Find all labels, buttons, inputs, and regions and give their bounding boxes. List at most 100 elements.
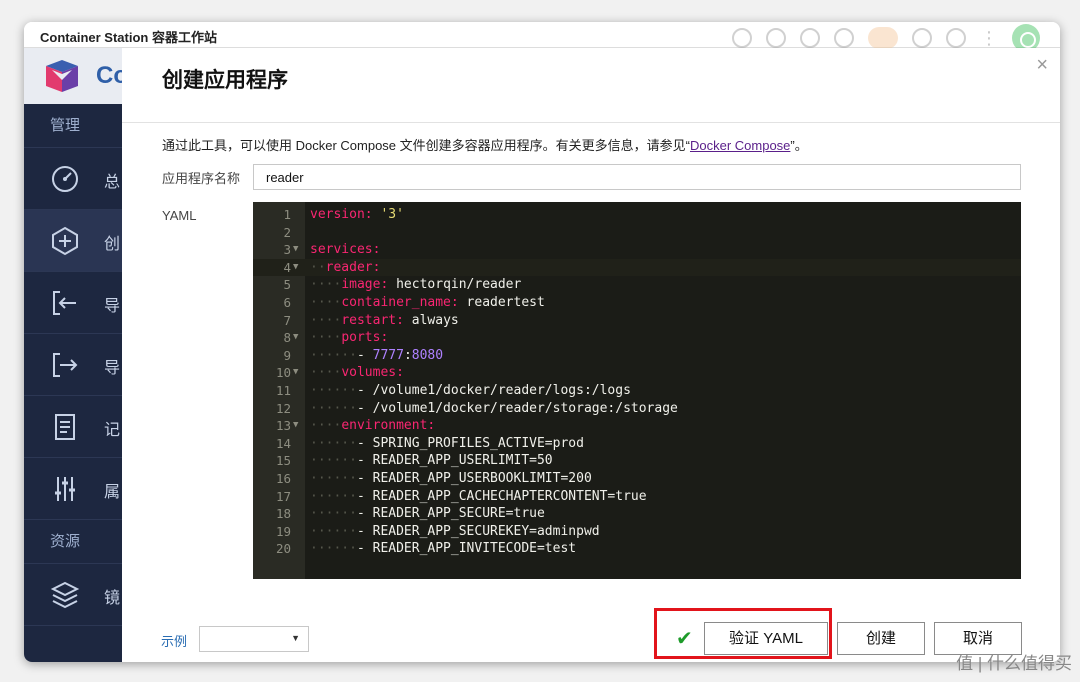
yaml-label: YAML <box>162 208 197 223</box>
code-text: ····image: hectorqin/reader <box>310 277 522 293</box>
code-line[interactable]: 16 ······- READER_APP_USERBOOKLIMIT=200 <box>253 470 1021 488</box>
dialog-description: 通过此工具，可以使用 Docker Compose 文件创建多容器应用程序。有关… <box>162 135 808 154</box>
create-application-dialog: 创建应用程序 × 通过此工具，可以使用 Docker Compose 文件创建多… <box>122 48 1060 662</box>
code-line[interactable]: 3 ▼ services: <box>253 241 1021 259</box>
log-icon <box>55 414 75 440</box>
code-line[interactable]: 9 ······- 7777:8080 <box>253 347 1021 365</box>
code-line[interactable]: 8 ▼ ····ports: <box>253 329 1021 347</box>
filter-icon[interactable] <box>800 28 820 48</box>
line-number: 13 <box>275 418 291 434</box>
code-text: services: <box>310 242 381 258</box>
code-line[interactable]: 14 ······- SPRING_PROFILES_ACTIVE=prod <box>253 435 1021 453</box>
line-number: 7 <box>283 312 291 328</box>
sidebar-item-label: 属 <box>104 484 121 501</box>
line-number: 1 <box>283 207 291 222</box>
fold-arrow-icon[interactable]: ▼ <box>293 417 298 435</box>
sidebar: Co 管理 总 创 导 导 记 属 资源 镜 <box>24 48 128 662</box>
sidebar-item-label: 导 <box>104 360 121 377</box>
line-number: 19 <box>275 523 291 539</box>
app-name-label: 应用程序名称 <box>162 171 241 186</box>
divider <box>122 122 1060 123</box>
title-bar: Container Station 容器工作站 ⋮ <box>24 22 1060 52</box>
close-icon[interactable]: × <box>1036 54 1048 77</box>
code-text: ····environment: <box>310 418 436 434</box>
window-title: Container Station 容器工作站 <box>40 30 217 45</box>
code-line[interactable]: 15 ······- READER_APP_USERLIMIT=50 <box>253 452 1021 470</box>
code-text: ······- READER_APP_INVITECODE=test <box>310 541 577 557</box>
code-line[interactable]: 12 ······- /volume1/docker/reader/storage… <box>253 400 1021 418</box>
code-line[interactable]: 19 ······- READER_APP_SECUREKEY=adminpwd <box>253 523 1021 541</box>
code-text: ······- /volume1/docker/reader/logs:/log… <box>310 383 631 398</box>
sidebar-section-manage: 管理 <box>24 104 122 148</box>
code-text: ······- READER_APP_USERLIMIT=50 <box>310 453 553 469</box>
sidebar-item-label: 创 <box>104 236 121 253</box>
line-number: 17 <box>275 488 291 504</box>
logo-area: Co <box>24 48 128 104</box>
notification-icon[interactable] <box>834 28 854 48</box>
dialog-title: 创建应用程序 <box>162 69 288 92</box>
app-window: Container Station 容器工作站 ⋮ Co 管理 总 创 导 导 … <box>24 22 1060 662</box>
line-number: 9 <box>283 347 291 363</box>
line-number: 10 <box>275 365 291 381</box>
sidebar-item-label: 镜 <box>104 590 121 607</box>
fold-arrow-icon[interactable]: ▼ <box>293 364 298 382</box>
sidebar-item-properties[interactable]: 属 <box>24 458 122 520</box>
status-pill-icon[interactable] <box>868 27 898 49</box>
sidebar-item-images[interactable]: 镜 <box>24 564 122 626</box>
code-text: ····container_name: readertest <box>310 295 545 310</box>
example-select[interactable]: ▼ <box>199 626 309 652</box>
code-text: ··reader: <box>310 259 381 275</box>
export-icon <box>53 353 78 377</box>
code-line[interactable]: 17 ······- READER_APP_CACHECHAPTERCONTENT… <box>253 488 1021 506</box>
code-line[interactable]: 2 <box>253 224 1021 242</box>
code-line[interactable]: 7 ····restart: always <box>253 312 1021 330</box>
line-number: 2 <box>283 224 291 240</box>
code-line[interactable]: 10 ▼ ····volumes: <box>253 364 1021 382</box>
verify-yaml-button[interactable]: 验证 YAML <box>704 622 828 655</box>
sidebar-item-overview[interactable]: 总 <box>24 148 122 210</box>
code-line[interactable]: 4 ▼ ··reader: <box>253 258 1021 277</box>
description-text: 通过此工具，可以使用 Docker Compose 文件创建多容器应用程序。有关… <box>162 138 690 153</box>
search-icon[interactable] <box>732 28 752 48</box>
description-suffix: ”。 <box>790 138 808 153</box>
sidebar-item-label: 导 <box>104 298 121 315</box>
code-line[interactable]: 18 ······- READER_APP_SECURE=true <box>253 505 1021 523</box>
fold-arrow-icon[interactable]: ▼ <box>293 241 298 259</box>
code-text: ····ports: <box>310 330 389 346</box>
line-number: 3 <box>283 242 291 258</box>
docker-compose-link[interactable]: Docker Compose <box>690 138 790 153</box>
sidebar-item-label: 记 <box>104 422 121 439</box>
chevron-down-icon: ▼ <box>291 633 300 643</box>
fold-arrow-icon[interactable]: ▼ <box>293 329 298 347</box>
dashboard-icon <box>52 166 78 192</box>
code-line[interactable]: 13 ▼ ····environment: <box>253 417 1021 435</box>
sidebar-item-export[interactable]: 导 <box>24 334 122 396</box>
code-line[interactable]: 20 ······- READER_APP_INVITECODE=test <box>253 540 1021 558</box>
container-station-logo-icon <box>46 60 78 92</box>
app-name-input[interactable] <box>253 164 1021 190</box>
plugin-icon[interactable] <box>912 28 932 48</box>
sidebar-item-create[interactable]: 创 <box>24 210 122 272</box>
code-text: ····volumes: <box>310 365 404 381</box>
code-text: ······- READER_APP_SECUREKEY=adminpwd <box>310 523 600 539</box>
sidebar-item-import[interactable]: 导 <box>24 272 122 334</box>
gear-icon[interactable] <box>946 28 966 48</box>
import-icon <box>53 291 76 315</box>
line-number: 5 <box>283 277 291 293</box>
more-icon[interactable]: ⋮ <box>980 29 998 47</box>
images-layers-icon <box>50 581 80 609</box>
yaml-editor[interactable]: 1 version: '3' 2 3 ▼ services: 4 ▼ ··reader: 5 ···… <box>253 202 1021 579</box>
fold-arrow-icon[interactable]: ▼ <box>293 259 298 277</box>
code-line[interactable]: 6 ····container_name: readertest <box>253 294 1021 312</box>
user-icon[interactable] <box>766 28 786 48</box>
example-label: 示例 <box>161 634 188 649</box>
code-line[interactable]: 1 version: '3' <box>253 206 1021 224</box>
code-text: ······- SPRING_PROFILES_ACTIVE=prod <box>310 435 584 451</box>
code-line[interactable]: 5 ····image: hectorqin/reader <box>253 276 1021 294</box>
sidebar-item-logs[interactable]: 记 <box>24 396 122 458</box>
code-line[interactable]: 11 ······- /volume1/docker/reader/logs:/l… <box>253 382 1021 400</box>
line-number: 16 <box>275 471 291 486</box>
sidebar-item-label: 总 <box>104 174 121 191</box>
line-number: 18 <box>275 506 291 522</box>
create-button[interactable]: 创建 <box>837 622 925 655</box>
